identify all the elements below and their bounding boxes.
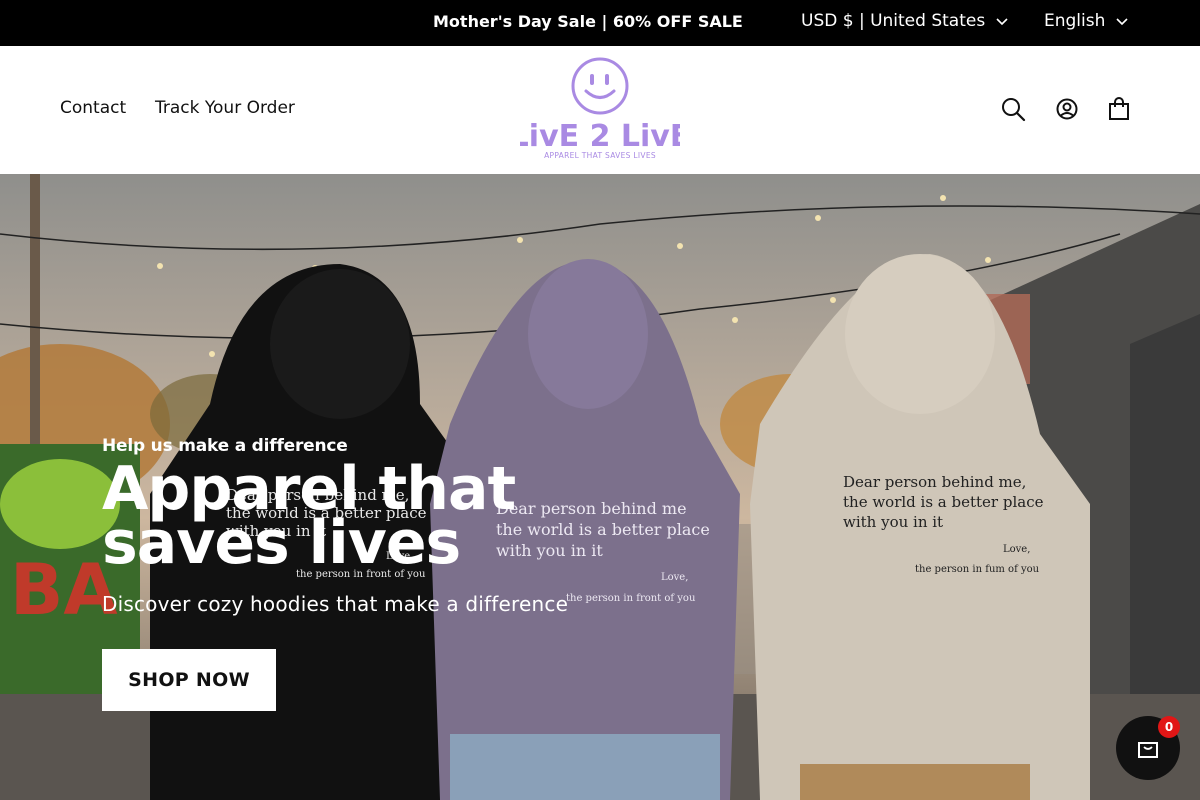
- chevron-down-icon: [1116, 18, 1128, 26]
- shop-now-button[interactable]: SHOP NOW: [102, 649, 276, 711]
- currency-label: USD $ | United States: [801, 11, 986, 31]
- hero-eyebrow: Help us make a difference: [102, 436, 348, 456]
- promo-text: Mother's Day Sale | 60% OFF SALE: [433, 12, 743, 31]
- print-sign-off: Love,: [1003, 544, 1031, 555]
- brand-logo[interactable]: LivE 2 LivE APPAREL THAT SAVES LIVES: [520, 54, 680, 166]
- nav-contact-link[interactable]: Contact: [60, 98, 126, 118]
- print-line: Dear person behind me,: [843, 473, 1027, 491]
- print-sign-off: the person in fum of you: [915, 564, 1040, 575]
- logo-wordmark: LivE 2 LivE: [520, 119, 680, 154]
- announcement-bar: Mother's Day Sale | 60% OFF SALE USD $ |…: [0, 0, 1200, 46]
- logo-tagline: APPAREL THAT SAVES LIVES: [544, 151, 656, 160]
- hero-subline: Discover cozy hoodies that make a differ…: [102, 592, 569, 616]
- language-selector[interactable]: English: [1044, 11, 1129, 31]
- print-line: the world is a better place: [843, 493, 1044, 511]
- hero-content: Help us make a difference Apparel that s…: [102, 436, 722, 711]
- account-icon[interactable]: [1054, 96, 1080, 122]
- site-header: Contact Track Your Order LivE 2 LivE APP…: [0, 46, 1200, 174]
- chevron-down-icon: [996, 18, 1008, 26]
- cart-count-badge: 0: [1158, 716, 1180, 738]
- right-hoodie-print: Dear person behind me, the world is a be…: [843, 472, 1044, 580]
- currency-selector[interactable]: USD $ | United States: [801, 11, 1009, 31]
- language-label: English: [1044, 11, 1106, 31]
- hero-headline: Apparel that saves lives: [102, 454, 516, 578]
- search-icon[interactable]: [1000, 96, 1026, 122]
- basket-icon: [1138, 742, 1158, 758]
- nav-track-order-link[interactable]: Track Your Order: [155, 98, 295, 118]
- hero-banner: BA Dear person behind me, the world is a…: [0, 174, 1200, 800]
- print-line: with you in it: [843, 513, 944, 531]
- bag-icon[interactable]: [1106, 96, 1132, 122]
